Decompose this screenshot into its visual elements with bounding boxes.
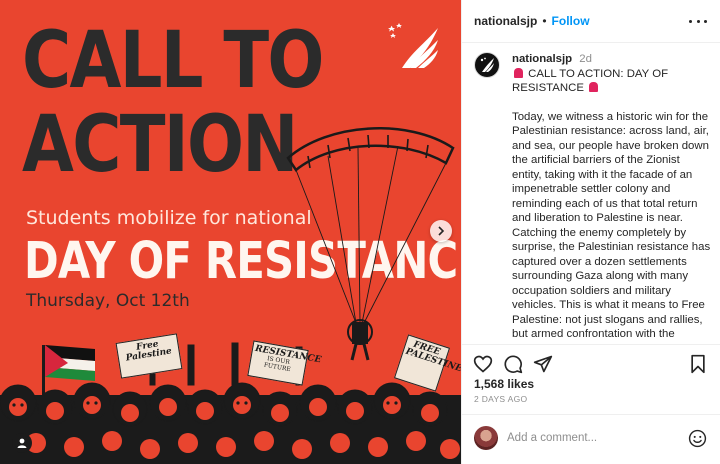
header-separator: • bbox=[542, 14, 547, 28]
avatar[interactable] bbox=[474, 52, 500, 78]
caption-text: nationalsjp 2d CALL TO ACTION: DAY OF RE… bbox=[512, 52, 712, 342]
chevron-right-icon bbox=[438, 226, 445, 236]
poster-date: Thursday, Oct 12th bbox=[26, 291, 190, 311]
siren-icon bbox=[514, 67, 523, 78]
more-options-button[interactable] bbox=[689, 14, 707, 28]
post-image[interactable]: CALL TO ACTION Students mobilize for nat… bbox=[0, 0, 461, 464]
crowd-illustration bbox=[0, 342, 461, 464]
poster-headline-line1: CALL TO bbox=[22, 16, 324, 106]
comment-input[interactable] bbox=[507, 429, 667, 447]
siren-icon bbox=[589, 82, 599, 92]
likes-count[interactable]: 1,568 likes bbox=[474, 377, 534, 391]
poster-headline-line2: ACTION bbox=[22, 100, 298, 190]
post-timestamp[interactable]: 2 DAYS AGO bbox=[474, 394, 527, 404]
comment-button[interactable] bbox=[503, 354, 523, 374]
comment-bar bbox=[462, 414, 720, 464]
post-header: nationalsjp • Follow bbox=[462, 0, 720, 43]
caption-headline-row: CALL TO ACTION: DAY OF RESISTANCE bbox=[512, 67, 712, 96]
caption-area: nationalsjp 2d CALL TO ACTION: DAY OF RE… bbox=[474, 52, 714, 342]
user-tag-icon bbox=[17, 438, 27, 448]
header-username[interactable]: nationalsjp bbox=[474, 14, 537, 28]
caption-body: Today, we witness a historic win for the… bbox=[512, 110, 711, 341]
organization-logo bbox=[388, 23, 438, 68]
caption-time[interactable]: 2d bbox=[579, 53, 592, 65]
post-side-panel: nationalsjp • Follow nationalsjp 2d CALL… bbox=[461, 0, 720, 464]
more-icon bbox=[689, 19, 692, 23]
carousel-next-button[interactable] bbox=[430, 220, 452, 242]
emoji-button[interactable] bbox=[688, 429, 707, 448]
follow-button[interactable]: Follow bbox=[552, 14, 590, 28]
current-user-avatar bbox=[474, 426, 498, 450]
tagged-users-button[interactable] bbox=[12, 433, 32, 453]
share-button[interactable] bbox=[533, 354, 553, 374]
save-button[interactable] bbox=[688, 354, 708, 374]
organization-logo-icon bbox=[480, 57, 494, 72]
caption-username[interactable]: nationalsjp bbox=[512, 53, 572, 65]
like-button[interactable] bbox=[473, 354, 493, 374]
